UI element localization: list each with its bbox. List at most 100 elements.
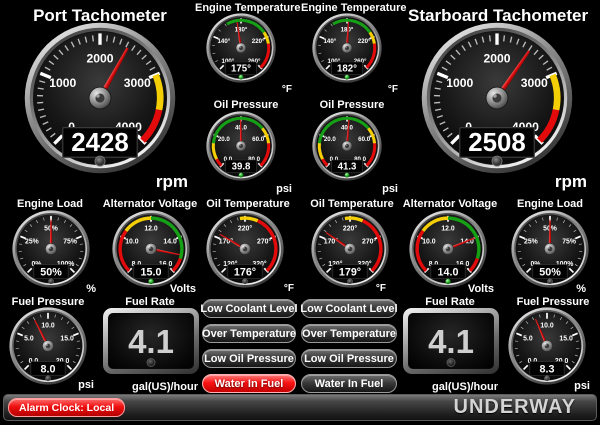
oil-temp-stbd-unit: °F [360,283,386,294]
oil-pressure-port-gauge: 0.020.040.060.080.0 39.8 [206,111,276,181]
svg-text:50%: 50% [40,266,62,278]
svg-text:2000: 2000 [86,51,113,65]
engine-load-port-gauge: 0%25%50%75%100% 50% [12,210,90,288]
fuel-rate-stbd-value: 4.1 [428,325,474,358]
svg-text:40.0: 40.0 [341,125,354,132]
fuel-rate-stbd-display: 4.1 [403,308,499,374]
engine-temp-stbd-unit: °F [372,84,398,95]
svg-text:5.0: 5.0 [523,335,533,342]
alt-voltage-stbd-unit: Volts [456,283,494,295]
alarm-clock-button[interactable]: Alarm Clock: Local [8,398,125,417]
alarm-button-port-low-oil-pressure[interactable]: Low Oil Pressure [202,349,296,368]
fuel-pressure-stbd-unit: psi [564,380,590,392]
vessel-status-text: UNDERWAY [454,396,576,419]
oil-pressure-port-title: Oil Pressure [195,99,297,111]
svg-text:10.0: 10.0 [422,238,436,245]
oil-temp-stbd-gauge: 120°170°220°270°320° 179° [311,210,389,288]
fuel-rate-stbd-unit: gal(US)/hour [408,381,498,393]
svg-text:270°: 270° [362,237,376,245]
alarm-button-starboard-low-oil-pressure[interactable]: Low Oil Pressure [301,349,397,368]
instrument-panel: Port Tachometer 01000200030004000 2428 [0,0,600,425]
engine-temp-stbd-gauge: 100°140°180°220°260° 182° [312,13,382,83]
alt-voltage-port-title: Alternator Voltage [98,198,202,210]
starboard-tachometer-gauge: 01000200030004000 2508 [421,22,573,174]
svg-text:270°: 270° [257,237,271,245]
svg-text:8.0: 8.0 [41,363,56,375]
engine-load-port-title: Engine Load [2,198,98,210]
engine-load-stbd-title: Engine Load [502,198,598,210]
oil-temp-stbd-title: Oil Temperature [302,198,402,210]
oil-pressure-port-unit: psi [266,183,292,195]
display-knob-icon [147,358,156,367]
fuel-rate-port-title: Fuel Rate [100,296,200,308]
svg-text:180°: 180° [235,27,248,34]
alarm-button-port-low-coolant-level[interactable]: Low Coolant Level [202,299,296,318]
svg-text:14.0: 14.0 [163,238,177,245]
svg-text:50%: 50% [539,266,561,278]
svg-text:10.0: 10.0 [125,238,139,245]
svg-text:25%: 25% [25,238,39,245]
svg-text:60.0: 60.0 [252,136,265,143]
svg-text:1000: 1000 [49,76,76,90]
svg-text:220°: 220° [252,38,265,45]
oil-pressure-stbd-unit: psi [372,183,398,195]
oil-temp-port-unit: °F [268,283,294,294]
svg-text:8.3: 8.3 [540,363,555,375]
alt-voltage-port-gauge: 8.010.012.014.016.0 15.0 [112,210,190,288]
svg-text:140°: 140° [323,38,336,45]
svg-text:179°: 179° [339,266,361,278]
fuel-pressure-port-gauge: 0.05.010.015.020.0 8.0 [9,307,87,385]
oil-pressure-stbd-gauge: 0.020.040.060.080.0 41.3 [312,111,382,181]
svg-text:15.0: 15.0 [141,266,162,278]
alt-voltage-stbd-gauge: 8.010.012.014.016.0 14.0 [409,210,487,288]
svg-text:10.0: 10.0 [540,323,554,330]
svg-text:2508: 2508 [468,129,525,157]
port-tachometer-gauge: 01000200030004000 2428 [24,22,176,174]
starboard-tachometer-unit: rpm [527,172,587,192]
alarm-column-starboard: Low Coolant Level Over Temperature Low Oil… [301,299,397,393]
port-tachometer-unit: rpm [128,172,188,192]
svg-text:1000: 1000 [446,76,473,90]
svg-text:220°: 220° [343,225,357,233]
oil-temp-port-title: Oil Temperature [198,198,298,210]
svg-text:14.0: 14.0 [438,266,459,278]
svg-text:5.0: 5.0 [24,335,34,342]
alt-voltage-stbd-title: Alternator Voltage [398,198,502,210]
svg-text:12.0: 12.0 [144,226,158,233]
svg-text:20.0: 20.0 [218,136,231,143]
fuel-rate-port-screen: 4.1 [108,313,194,369]
svg-text:60.0: 60.0 [358,136,371,143]
fuel-rate-stbd-title: Fuel Rate [400,296,500,308]
svg-text:41.3: 41.3 [338,162,357,173]
fuel-rate-port-unit: gal(US)/hour [108,381,198,393]
alarm-button-starboard-over-temperature[interactable]: Over Temperature [301,324,397,343]
svg-text:12.0: 12.0 [441,226,455,233]
engine-load-stbd-gauge: 0%25%50%75%100% 50% [511,210,589,288]
svg-text:220°: 220° [358,38,371,45]
svg-text:25%: 25% [524,238,538,245]
svg-text:10.0: 10.0 [41,323,55,330]
svg-text:20.0: 20.0 [324,136,337,143]
alarm-button-starboard-water-in-fuel[interactable]: Water In Fuel [301,374,397,393]
fuel-rate-stbd-screen: 4.1 [408,313,494,369]
svg-text:15.0: 15.0 [559,335,573,342]
fuel-rate-port-display: 4.1 [103,308,199,374]
svg-text:140°: 140° [217,38,230,45]
status-bar: Alarm Clock: Local UNDERWAY [3,394,597,421]
fuel-rate-port-value: 4.1 [128,325,174,358]
engine-temp-port-gauge: 100°140°180°220°260° 175° [206,13,276,83]
fuel-pressure-port-unit: psi [68,379,94,391]
alarm-button-port-water-in-fuel[interactable]: Water In Fuel [202,374,296,393]
svg-text:2000: 2000 [483,51,510,65]
svg-text:3000: 3000 [521,76,548,90]
svg-text:182°: 182° [337,64,357,75]
display-knob-icon [447,358,456,367]
alarm-column-port: Low Coolant Level Over Temperature Low Oil… [202,299,296,393]
alarm-button-port-over-temperature[interactable]: Over Temperature [202,324,296,343]
svg-text:175°: 175° [231,64,251,75]
svg-text:2428: 2428 [71,129,128,157]
alarm-button-starboard-low-coolant-level[interactable]: Low Coolant Level [301,299,397,318]
alt-voltage-port-unit: Volts [158,283,196,295]
svg-text:15.0: 15.0 [60,335,74,342]
oil-pressure-stbd-title: Oil Pressure [301,99,403,111]
